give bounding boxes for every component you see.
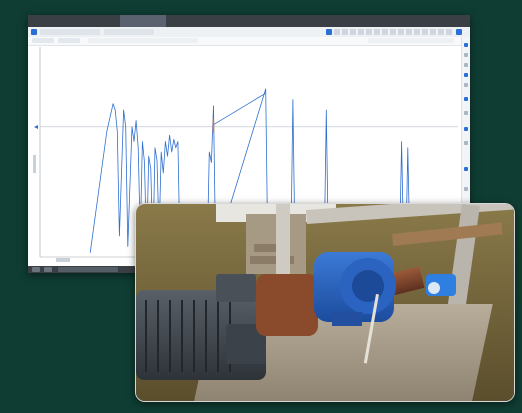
toolbar-icon-1[interactable] bbox=[326, 29, 332, 35]
unit-select[interactable] bbox=[58, 38, 80, 43]
tab-2[interactable] bbox=[74, 15, 120, 27]
toolbar-icon-15[interactable] bbox=[438, 29, 444, 35]
rail-icon-11[interactable] bbox=[464, 187, 468, 191]
toolbar-icon-2[interactable] bbox=[334, 29, 340, 35]
status-item-1[interactable] bbox=[32, 267, 40, 272]
rail-icon-9[interactable] bbox=[464, 141, 468, 145]
coupling-guard bbox=[256, 274, 318, 336]
toolbar-icon-16[interactable] bbox=[446, 29, 452, 35]
toolbar-icon-11[interactable] bbox=[406, 29, 412, 35]
date-range-text bbox=[368, 38, 454, 43]
rail-icon-8[interactable] bbox=[464, 127, 468, 131]
pump-photo-illustration bbox=[136, 204, 514, 401]
measurement-select[interactable] bbox=[32, 38, 54, 43]
rail-icon-1[interactable] bbox=[464, 43, 468, 47]
toolbar-icon-10[interactable] bbox=[398, 29, 404, 35]
rail-icon-4[interactable] bbox=[464, 73, 468, 77]
rail-icon-6[interactable] bbox=[464, 97, 468, 101]
x-axis-label-block bbox=[56, 258, 70, 262]
tab-3[interactable] bbox=[120, 15, 166, 27]
toolbar-icon-5[interactable] bbox=[358, 29, 364, 35]
toolbar-icon-8[interactable] bbox=[382, 29, 388, 35]
breadcrumb-block bbox=[40, 29, 100, 35]
toolbar-icon-13[interactable] bbox=[422, 29, 428, 35]
tab-1[interactable] bbox=[28, 15, 74, 27]
menu-icon[interactable] bbox=[31, 29, 37, 35]
rail-icon-5[interactable] bbox=[464, 83, 468, 87]
rail-icon-2[interactable] bbox=[464, 53, 468, 57]
toolbar-icon-17[interactable] bbox=[456, 29, 462, 35]
toolbar-icon-14[interactable] bbox=[430, 29, 436, 35]
vibration-sensor bbox=[426, 274, 456, 296]
connector-line bbox=[213, 92, 266, 126]
tab-4[interactable] bbox=[166, 15, 220, 27]
rail-icon-10[interactable] bbox=[464, 167, 468, 171]
status-input[interactable] bbox=[58, 267, 118, 272]
toolbar-icon-12[interactable] bbox=[414, 29, 420, 35]
post bbox=[276, 204, 290, 284]
toolbar-icon-4[interactable] bbox=[350, 29, 356, 35]
breadcrumb-block-2 bbox=[104, 29, 154, 35]
toolbar-icon-6[interactable] bbox=[366, 29, 372, 35]
toolbar-icon-7[interactable] bbox=[374, 29, 380, 35]
toolbar-icon-9[interactable] bbox=[390, 29, 396, 35]
y-axis-label-block bbox=[33, 155, 36, 173]
pump-housing bbox=[314, 252, 396, 326]
rail-icon-7[interactable] bbox=[464, 111, 468, 115]
top-tab-bar bbox=[28, 15, 470, 27]
y-marker-icon[interactable] bbox=[34, 125, 38, 129]
status-item-2[interactable] bbox=[44, 267, 52, 272]
pump-motor-photo bbox=[135, 203, 515, 402]
rail-icon-3[interactable] bbox=[464, 63, 468, 67]
range-text bbox=[88, 38, 198, 43]
toolbar-icon-3[interactable] bbox=[342, 29, 348, 35]
